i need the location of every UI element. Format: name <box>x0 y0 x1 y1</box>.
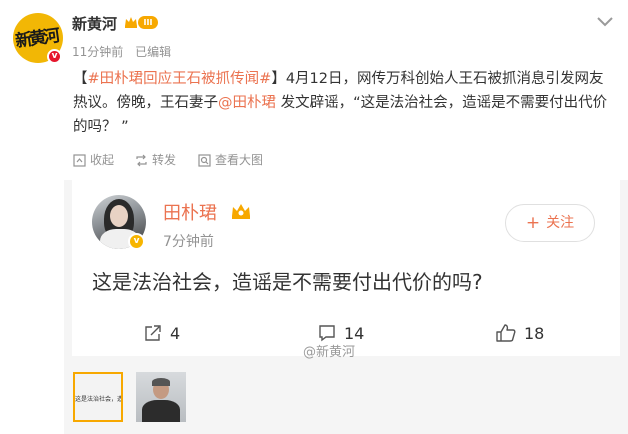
collapse-label: 收起 <box>90 153 115 167</box>
post-meta: 11分钟前 已编辑 <box>72 43 179 60</box>
repost-label: 转发 <box>152 153 177 167</box>
repost-button[interactable]: 转发 <box>135 151 176 168</box>
post-time[interactable]: 11分钟前 <box>72 45 123 59</box>
mention-link[interactable]: @田朴珺 <box>218 95 276 111</box>
hashtag-link[interactable]: #田朴珺回应王石被抓传闻# <box>88 71 272 87</box>
follow-button[interactable]: + 关注 <box>505 204 595 242</box>
quoted-repost-button[interactable]: 4 <box>144 324 180 343</box>
zoom-icon <box>198 154 211 167</box>
share-icon <box>145 325 161 341</box>
watermark: @新黄河 <box>303 345 356 360</box>
verified-icon: v <box>47 49 62 64</box>
thumbnail-1[interactable]: 这是法治社会，造谣是不需要付出 <box>73 372 123 422</box>
plus-icon: + <box>525 213 541 233</box>
quoted-like-count: 18 <box>524 324 545 343</box>
comment-icon <box>319 325 335 342</box>
view-large-button[interactable]: 查看大图 <box>198 151 263 168</box>
thumbnail-2[interactable] <box>136 372 186 422</box>
quoted-time[interactable]: 7分钟前 <box>163 231 214 251</box>
collapse-button[interactable]: 收起 <box>73 151 114 168</box>
bracket-close: 】 <box>271 71 286 87</box>
quoted-author-name[interactable]: 田朴珺 <box>163 199 217 225</box>
view-large-label: 查看大图 <box>215 153 264 167</box>
quoted-like-button[interactable]: 18 <box>496 324 544 343</box>
edited-label: 已编辑 <box>135 45 172 59</box>
collapse-icon <box>73 154 86 167</box>
logo-text: 新黄河 <box>14 26 59 52</box>
like-icon <box>496 324 516 342</box>
bracket-open: 【 <box>73 71 88 87</box>
thumbnail-1-text: 这是法治社会，造谣是不需要付出 <box>75 396 123 403</box>
follow-label: 关注 <box>546 215 575 231</box>
repost-icon <box>136 154 147 167</box>
quoted-crown-icon <box>232 204 250 219</box>
crown-icon <box>125 17 137 28</box>
quoted-verified-icon: v <box>128 233 145 250</box>
more-icon[interactable] <box>596 16 614 28</box>
post-header: 新黄河 v 新黄河 III 11分钟前 已编辑 <box>0 0 628 70</box>
level-badge: III <box>138 16 158 29</box>
author-name[interactable]: 新黄河 <box>72 13 117 34</box>
post-text: 【#田朴珺回应王石被抓传闻#】4月12日，网传万科创始人王石被抓消息引发网友热议… <box>73 67 617 139</box>
quoted-repost-count: 4 <box>170 324 181 343</box>
quoted-text: 这是法治社会，造谣是不需要付出代价的吗? <box>92 270 483 294</box>
